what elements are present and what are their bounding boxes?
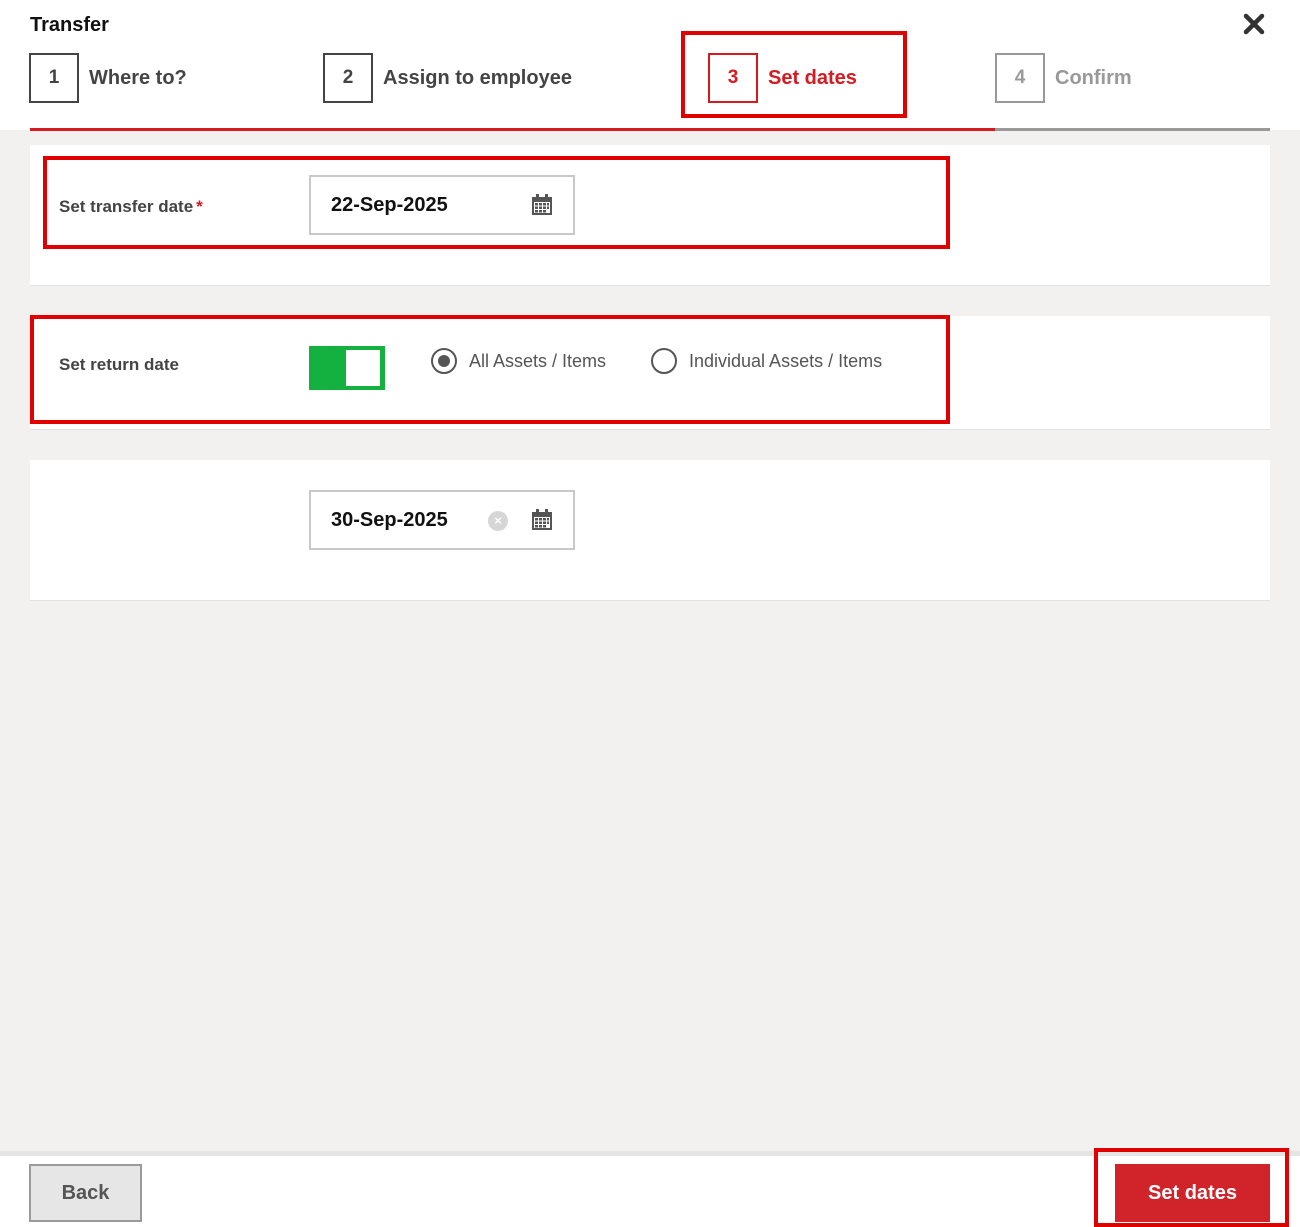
radio-dot: [438, 355, 450, 367]
return-date-label: Set return date: [59, 355, 179, 374]
radio-circle: [431, 348, 457, 374]
dialog-title: Transfer: [30, 14, 109, 36]
step-label: Set dates: [768, 66, 857, 89]
step-number: 1: [29, 53, 79, 103]
step-confirm: 4 Confirm: [995, 53, 1132, 103]
dialog-header: Transfer 1 Where to? 2 Assign to employe…: [0, 0, 1300, 131]
calendar-icon[interactable]: [531, 194, 553, 216]
return-date-toggle[interactable]: [309, 346, 385, 390]
back-button[interactable]: Back: [29, 1164, 142, 1222]
return-date-input[interactable]: 30-Sep-2025 ×: [309, 490, 575, 550]
required-marker: *: [196, 197, 203, 216]
return-date-panel: [30, 316, 1270, 430]
radio-label: All Assets / Items: [469, 350, 607, 371]
set-dates-button[interactable]: Set dates: [1115, 1164, 1270, 1222]
toggle-knob: [346, 350, 380, 386]
radio-circle: [651, 348, 677, 374]
dialog-footer: [0, 1151, 1300, 1227]
radio-individual-assets[interactable]: Individual Assets / Items: [651, 348, 882, 374]
transfer-date-label: Set transfer date *: [59, 197, 203, 217]
radio-label: Individual Assets / Items: [689, 350, 883, 371]
clear-icon[interactable]: ×: [488, 511, 508, 531]
transfer-date-panel: [30, 145, 1270, 286]
step-number: 4: [995, 53, 1045, 103]
calendar-icon[interactable]: [531, 509, 553, 531]
transfer-date-value: 22-Sep-2025: [331, 194, 448, 216]
step-label: Confirm: [1055, 66, 1132, 89]
step-number: 3: [708, 53, 758, 103]
return-date-value-panel: [30, 460, 1270, 601]
step-progress-bar: [30, 128, 1270, 131]
return-date-value: 30-Sep-2025: [331, 509, 448, 531]
transfer-date-input[interactable]: 22-Sep-2025: [309, 175, 575, 235]
step-set-dates[interactable]: 3 Set dates: [708, 53, 857, 103]
step-progress-fill: [30, 128, 995, 131]
radio-all-assets[interactable]: All Assets / Items: [431, 348, 606, 374]
step-where-to[interactable]: 1 Where to?: [29, 53, 187, 103]
step-label: Where to?: [89, 66, 187, 89]
step-label: Assign to employee: [383, 66, 572, 89]
step-assign-to-employee[interactable]: 2 Assign to employee: [323, 53, 572, 103]
close-icon[interactable]: [1240, 10, 1268, 38]
transfer-date-label-text: Set transfer date: [59, 197, 194, 216]
step-number: 2: [323, 53, 373, 103]
